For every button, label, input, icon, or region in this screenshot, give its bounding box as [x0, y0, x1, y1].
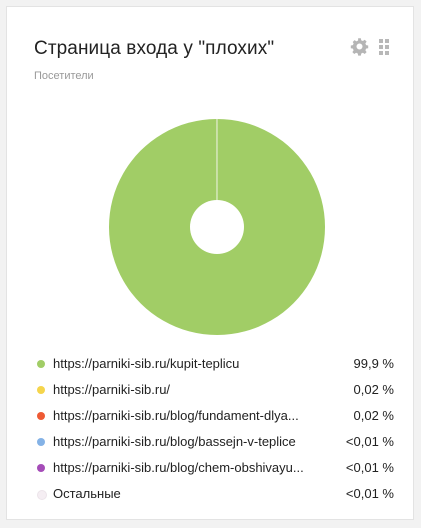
widget-card: Страница входа у "плохих" Посетители htt… [6, 6, 414, 520]
widget-subtitle: Посетители [34, 70, 94, 82]
legend-color-dot [37, 412, 45, 420]
legend-item[interactable]: https://parniki-sib.ru/blog/bassejn-v-te… [34, 429, 394, 455]
gear-icon[interactable] [350, 37, 369, 56]
donut-chart [109, 119, 325, 335]
legend-item[interactable]: Остальные <0,01 % [34, 481, 394, 507]
legend-label: https://parniki-sib.ru/blog/bassejn-v-te… [53, 434, 296, 449]
legend-color-dot [37, 386, 45, 394]
legend-label: https://parniki-sib.ru/ [53, 382, 171, 397]
legend-label: https://parniki-sib.ru/blog/chem-obshiva… [53, 460, 304, 475]
widget-title: Страница входа у "плохих" [34, 38, 275, 59]
drag-handle-icon[interactable] [379, 39, 389, 55]
legend-value: <0,01 % [345, 460, 394, 475]
legend-value: 0,02 % [353, 382, 394, 397]
legend-color-dot [37, 438, 45, 446]
legend-item[interactable]: https://parniki-sib.ru/blog/chem-obshiva… [34, 455, 394, 481]
legend-color-dot [37, 490, 47, 500]
legend-label: Остальные [53, 486, 121, 501]
legend-label: https://parniki-sib.ru/blog/fundament-dl… [53, 408, 299, 423]
legend-value: 99,9 % [353, 356, 394, 371]
legend-color-dot [37, 360, 45, 368]
legend-value: 0,02 % [353, 408, 394, 423]
legend-label: https://parniki-sib.ru/kupit-teplicu [53, 356, 240, 371]
legend-item[interactable]: https://parniki-sib.ru/kupit-teplicu 99,9… [34, 351, 394, 377]
legend-item[interactable]: https://parniki-sib.ru/blog/fundament-dl… [34, 403, 394, 429]
legend-color-dot [37, 464, 45, 472]
legend-value: <0,01 % [345, 434, 394, 449]
legend-value: <0,01 % [345, 486, 394, 501]
donut-hole [190, 200, 244, 254]
legend-item[interactable]: https://parniki-sib.ru/0,02 % [34, 377, 394, 403]
chart-legend: https://parniki-sib.ru/kupit-teplicu 99,9… [34, 351, 394, 507]
